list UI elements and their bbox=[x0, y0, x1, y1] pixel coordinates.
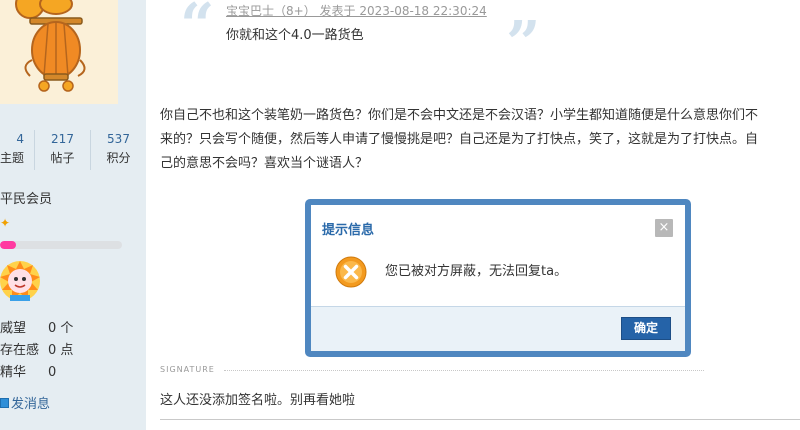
stat-topics-label: 主题 bbox=[0, 151, 25, 165]
level-star-icon: ✦ bbox=[0, 216, 11, 230]
post-line: 己的意思不会吗？喜欢当个谜语人？ bbox=[160, 156, 369, 171]
user-stats: 4 主题 217 帖子 537 积分 bbox=[0, 130, 146, 170]
stat-posts-value[interactable]: 217 bbox=[35, 130, 90, 148]
error-icon bbox=[335, 256, 367, 288]
quote-open-icon: “ bbox=[180, 0, 215, 61]
stat-points-value[interactable]: 537 bbox=[91, 130, 146, 148]
member-level[interactable]: 平民会员 bbox=[0, 188, 52, 207]
prop-row-prestige: 威望 0 个 bbox=[0, 318, 73, 340]
medal-icon[interactable] bbox=[0, 255, 44, 307]
prop-key: 威望 bbox=[0, 321, 27, 336]
send-message-label: 发消息 bbox=[11, 397, 51, 412]
post-line: 来的？只会写个随便，然后等人申请了慢慢挑是吧？自己还是为了打快点，笑了，这就是为… bbox=[160, 132, 759, 147]
signature-text: 这人还没添加签名啦。别再看她啦 bbox=[160, 393, 356, 408]
post-line: 你自己不也和这个装笔奶一路货色？你们是不会中文还是不会汉语？小学生都知道随便是什… bbox=[160, 108, 759, 123]
send-message-link[interactable]: 发消息 bbox=[0, 393, 50, 412]
lantern-avatar-icon bbox=[15, 0, 86, 92]
prop-row-presence: 存在感 0 点 bbox=[0, 340, 73, 362]
alert-dialog: 提示信息 × 您已被对方屏蔽，无法回复ta。 确定 bbox=[305, 199, 691, 357]
close-icon[interactable]: × bbox=[655, 219, 673, 237]
prop-key: 存在感 bbox=[0, 343, 40, 358]
post-divider bbox=[160, 419, 800, 420]
prop-key: 精华 bbox=[0, 365, 27, 380]
dialog-footer: 确定 bbox=[311, 306, 685, 351]
signature-label: SIGNATURE bbox=[160, 365, 215, 374]
post-body: 你自己不也和这个装笔奶一路货色？你们是不会中文还是不会汉语？小学生都知道随便是什… bbox=[160, 104, 800, 176]
user-properties: 威望 0 个 存在感 0 点 精华 0 bbox=[0, 318, 73, 384]
quote-text: 你就和这个4.0一路货色 bbox=[226, 28, 364, 43]
prop-value: 0 个 bbox=[48, 321, 74, 336]
dialog-message: 您已被对方屏蔽，无法回复ta。 bbox=[385, 264, 568, 279]
level-progress-bar bbox=[0, 241, 122, 249]
prop-value: 0 点 bbox=[48, 343, 74, 358]
prop-value: 0 bbox=[48, 365, 57, 380]
signature-divider bbox=[224, 370, 704, 371]
forum-thread-page: 4 主题 217 帖子 537 积分 平民会员 ✦ 威望 0 个 存在感 0 点… bbox=[0, 0, 800, 430]
quote-close-icon: ” bbox=[506, 9, 541, 79]
dialog-body: 提示信息 × 您已被对方屏蔽，无法回复ta。 确定 bbox=[311, 205, 685, 351]
avatar[interactable] bbox=[0, 0, 118, 104]
stat-topics[interactable]: 4 主题 bbox=[0, 130, 34, 170]
stat-posts-label: 帖子 bbox=[50, 151, 75, 165]
dialog-title: 提示信息 bbox=[322, 223, 375, 238]
stat-topics-value[interactable]: 4 bbox=[0, 130, 24, 148]
quote-author-meta[interactable]: 宝宝巴士（8+） 发表于 2023-08-18 22:30:24 bbox=[226, 2, 487, 19]
stat-points[interactable]: 537 积分 bbox=[90, 130, 146, 170]
author-sidebar: 4 主题 217 帖子 537 积分 平民会员 ✦ 威望 0 个 存在感 0 点… bbox=[0, 0, 146, 430]
confirm-button[interactable]: 确定 bbox=[621, 317, 671, 340]
message-icon bbox=[0, 397, 9, 408]
level-progress-fill bbox=[0, 241, 16, 249]
stat-points-label: 积分 bbox=[106, 151, 131, 165]
prop-row-essence: 精华 0 bbox=[0, 362, 73, 384]
stat-posts[interactable]: 217 帖子 bbox=[34, 130, 90, 170]
